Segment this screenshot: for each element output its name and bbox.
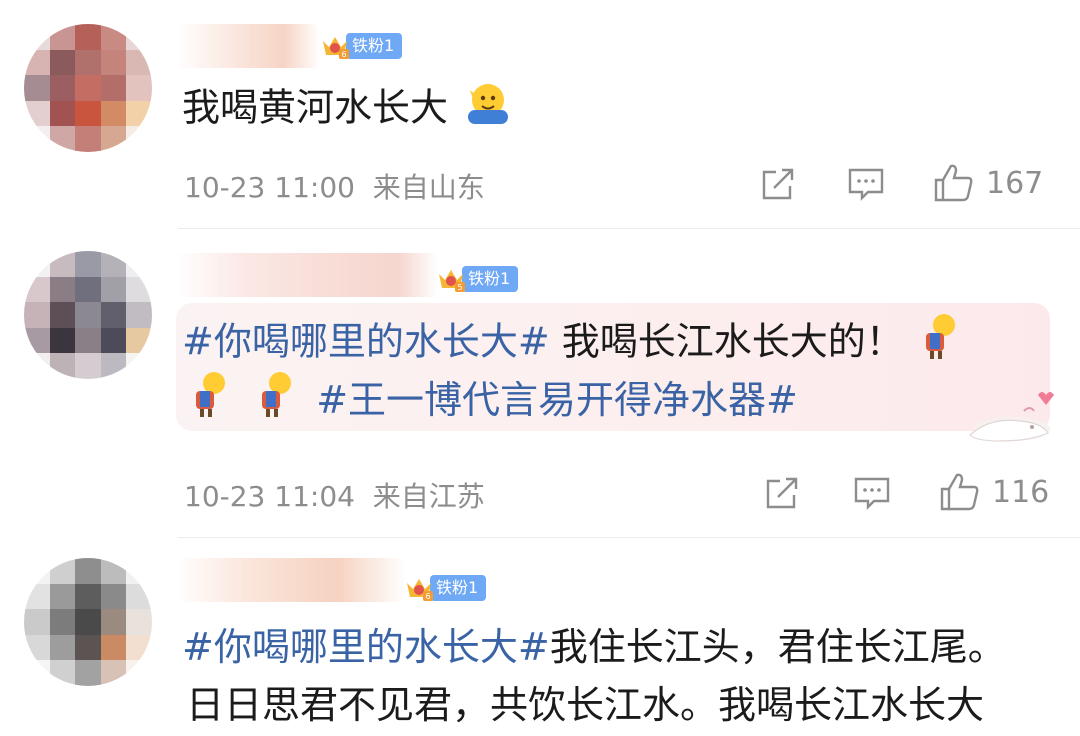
comment-icon: [852, 475, 892, 511]
avatar[interactable]: [24, 24, 152, 152]
comment-button[interactable]: [846, 166, 886, 202]
crown-badge-icon: 5: [436, 264, 466, 294]
username-blurred[interactable]: [176, 24, 320, 68]
comment-text-line-2: #王一博代言易开得净水器#: [186, 369, 798, 435]
bowing-emoji-icon: [186, 369, 230, 435]
share-button[interactable]: [758, 166, 798, 202]
fan-badge-label: 铁粉1: [462, 266, 519, 292]
like-count: 116: [992, 474, 1050, 510]
fan-badge-label: 铁粉1: [346, 33, 403, 59]
crown-badge-icon: 6: [320, 31, 350, 61]
comment-1: 6 铁粉1 我喝黄河水长大 10-23 11:00 来自山东 167: [0, 0, 1080, 228]
comment-text-line-1: #你喝哪里的水长大#我住长江头，君住长江尾。: [182, 625, 1006, 669]
svg-text:6: 6: [425, 592, 430, 601]
share-button[interactable]: [762, 475, 802, 511]
comment-2: 5 铁粉1 #你喝哪里的水长大# 我喝长江水长大的！ #王一博代言易开得净水器#…: [0, 229, 1080, 537]
topic-link[interactable]: #王一博代言易开得净水器#: [316, 378, 798, 422]
thumbs-up-icon: [938, 471, 982, 513]
comment-icon: [846, 166, 886, 202]
share-icon: [758, 166, 798, 202]
like-button[interactable]: 167: [932, 162, 1043, 204]
comment-3: 6 铁粉1 #你喝哪里的水长大#我住长江头，君住长江尾。 日日思君不见君，共饮长…: [0, 538, 1080, 736]
svg-text:5: 5: [457, 283, 462, 292]
comment-meta: 10-23 11:00 来自山东: [184, 171, 485, 204]
cat-decoration-icon: [960, 387, 1056, 451]
salute-emoji-icon: [460, 78, 514, 142]
avatar[interactable]: [24, 251, 152, 379]
thumbs-up-icon: [932, 162, 976, 204]
like-count: 167: [986, 165, 1044, 201]
comment-text-line-1: #你喝哪里的水长大# 我喝长江水长大的！: [182, 311, 960, 377]
crown-badge-icon: 6: [404, 573, 434, 603]
username-blurred[interactable]: [176, 253, 438, 297]
username-blurred[interactable]: [176, 558, 406, 602]
topic-link[interactable]: #你喝哪里的水长大#: [182, 625, 550, 669]
topic-link[interactable]: #你喝哪里的水长大#: [182, 320, 550, 364]
fan-badge[interactable]: 6 铁粉1: [320, 30, 403, 62]
bowing-emoji-icon: [252, 369, 296, 435]
comment-text: 我喝黄河水长大: [182, 78, 514, 142]
svg-text:6: 6: [341, 50, 346, 59]
like-button[interactable]: 116: [938, 471, 1049, 513]
share-icon: [762, 475, 802, 511]
comment-button[interactable]: [852, 475, 892, 511]
fan-badge-label: 铁粉1: [430, 575, 487, 601]
comment-text-line-2: 日日思君不见君，共饮长江水。我喝长江水长大: [186, 683, 985, 727]
avatar[interactable]: [24, 558, 152, 686]
fan-badge[interactable]: 5 铁粉1: [436, 263, 519, 295]
fan-badge[interactable]: 6 铁粉1: [404, 572, 487, 604]
bowing-emoji-icon: [916, 311, 960, 377]
comment-meta: 10-23 11:04 来自江苏: [184, 480, 485, 513]
